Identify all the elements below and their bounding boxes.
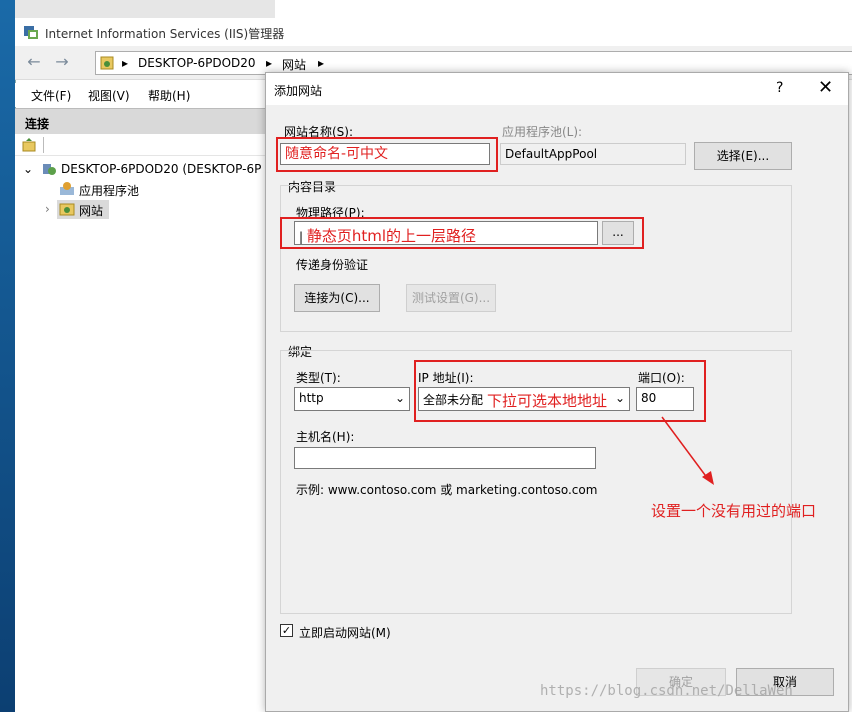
dialog-title-bar: 添加网站 ? ✕ — [266, 73, 848, 105]
port-label: 端口(O): — [638, 371, 685, 385]
ip-value: 全部未分配 — [423, 393, 484, 407]
iis-icon — [24, 26, 38, 39]
example-text: 示例: www.contoso.com 或 marketing.contoso.… — [296, 483, 598, 497]
app-pool-icon — [60, 182, 74, 195]
site-name-value: 随意命名-可中文 — [285, 146, 389, 162]
port-input[interactable]: 80 — [636, 387, 694, 411]
type-label: 类型(T): — [296, 371, 341, 385]
test-settings-button: 测试设置(G)... — [406, 284, 496, 312]
toolbar-divider — [43, 137, 44, 153]
ip-select[interactable]: 全部未分配 下拉可选本地地址 ⌄ — [418, 387, 630, 411]
title-bar: Internet Information Services (IIS)管理器 — [15, 18, 852, 46]
add-website-dialog: 添加网站 ? ✕ 网站名称(S): 随意命名-可中文 应用程序池(L): Def… — [265, 72, 849, 712]
window-title: Internet Information Services (IIS)管理器 — [45, 27, 285, 41]
hostname-input[interactable] — [294, 447, 596, 469]
chevron-down-icon: ⌄ — [614, 391, 625, 405]
port-note: 设置一个没有用过的端口 — [651, 502, 817, 520]
chevron-right-icon: ▸ — [266, 56, 273, 70]
start-site-checkbox[interactable]: ✓ — [280, 624, 293, 637]
chevron-right-icon: ▸ — [318, 56, 325, 70]
chevron-down-icon: ⌄ — [394, 391, 405, 405]
connect-as-button[interactable]: 连接为(C)... — [294, 284, 380, 312]
select-button[interactable]: 选择(E)... — [694, 142, 792, 170]
ip-label: IP 地址(I): — [418, 371, 474, 385]
site-name-input[interactable]: 随意命名-可中文 — [280, 143, 490, 165]
connections-header: 连接 — [15, 108, 265, 134]
address-segment-host[interactable]: DESKTOP-6PDOD20 — [138, 56, 256, 70]
window-top-strip — [15, 0, 275, 18]
server-icon — [43, 164, 56, 175]
tree-item-app-pools[interactable]: 应用程序池 — [79, 182, 139, 199]
physical-path-input[interactable]: | 静态页html的上一层路径 — [294, 221, 598, 245]
app-pool-input: DefaultAppPool — [500, 143, 686, 165]
annotation-arrow — [661, 416, 714, 485]
sites-folder-icon — [59, 203, 75, 216]
chevron-right-icon: ▸ — [122, 56, 129, 70]
site-name-label: 网站名称(S): — [284, 125, 354, 139]
address-segment-sites[interactable]: 网站 — [282, 56, 306, 73]
physical-path-label: 物理路径(P): — [296, 206, 365, 220]
watermark: https://blog.csdn.net/DellaWen — [540, 683, 793, 699]
tree-expander-icon[interactable]: › — [45, 202, 50, 216]
tree-item-sites[interactable]: 网站 — [79, 202, 103, 219]
physical-path-value: 静态页html的上一层路径 — [306, 227, 477, 245]
tree-expander-icon[interactable]: ⌄ — [23, 162, 33, 176]
forward-button[interactable]: → — [51, 52, 73, 74]
connections-tree: ⌄ DESKTOP-6PDOD20 (DESKTOP-6P 应用程序池 › 网站 — [15, 156, 265, 712]
pass-auth-label: 传递身份验证 — [296, 258, 369, 272]
menu-view[interactable]: 视图(V) — [88, 87, 130, 104]
tree-item-server[interactable]: DESKTOP-6PDOD20 (DESKTOP-6P — [61, 162, 261, 176]
menu-help[interactable]: 帮助(H) — [148, 87, 190, 104]
dialog-title: 添加网站 — [274, 84, 323, 98]
close-icon[interactable]: ✕ — [818, 77, 833, 98]
connections-title: 连接 — [25, 117, 50, 131]
connections-toolbar — [15, 134, 265, 156]
menu-file[interactable]: 文件(F) — [31, 87, 71, 104]
new-connection-icon[interactable] — [21, 137, 37, 153]
help-button[interactable]: ? — [776, 80, 783, 96]
text-cursor: | — [299, 230, 307, 244]
browse-button[interactable]: ... — [602, 221, 634, 245]
app-pool-label: 应用程序池(L): — [502, 125, 583, 139]
back-button[interactable]: ← — [23, 52, 45, 74]
start-site-label[interactable]: 立即启动网站(M) — [299, 624, 391, 641]
site-icon — [100, 56, 114, 70]
ip-note: 下拉可选本地地址 — [487, 392, 608, 410]
type-value: http — [299, 391, 324, 405]
type-select[interactable]: http ⌄ — [294, 387, 410, 411]
hostname-label: 主机名(H): — [296, 430, 355, 444]
menu-bar: 文件(F) 视图(V) 帮助(H) — [15, 83, 265, 107]
